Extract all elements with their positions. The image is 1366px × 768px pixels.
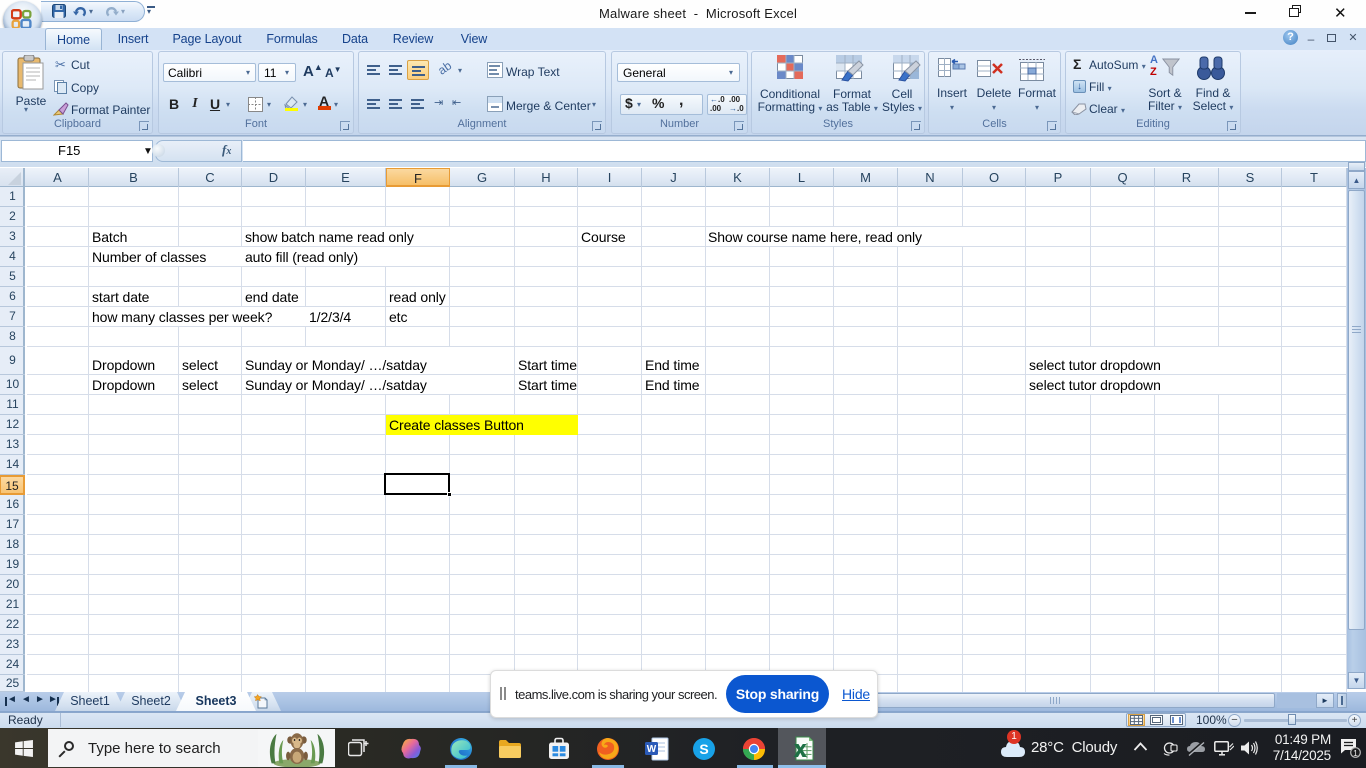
svg-text:W: W bbox=[647, 744, 657, 755]
svg-text:S: S bbox=[699, 741, 708, 757]
svg-text:1: 1 bbox=[1353, 748, 1358, 758]
